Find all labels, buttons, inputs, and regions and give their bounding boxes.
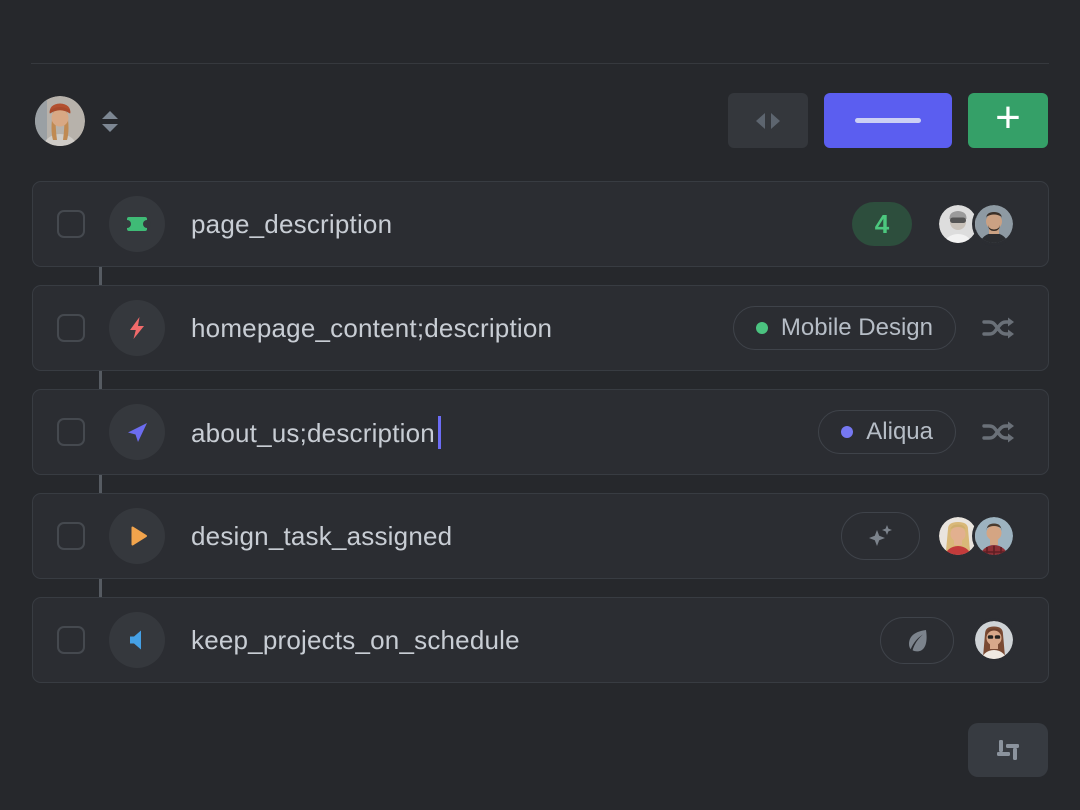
green-dot-icon (756, 322, 768, 334)
task-title[interactable]: page_description (191, 209, 392, 240)
task-title[interactable]: homepage_content;description (191, 313, 552, 344)
row-connector (99, 579, 102, 597)
user-avatar[interactable] (35, 96, 85, 146)
shuffle-icon (980, 312, 1016, 344)
ticket-icon (121, 208, 153, 240)
row-connector (99, 371, 102, 389)
avatar-plaid-shirt-man (972, 514, 1016, 558)
megaphone-icon (121, 624, 153, 656)
task-checkbox[interactable] (57, 210, 85, 238)
task-row-homepage-content[interactable]: homepage_content;description Mobile Desi… (32, 285, 1049, 371)
header: + (32, 93, 1048, 151)
leaf-button[interactable] (880, 617, 954, 664)
task-row-design-task[interactable]: design_task_assigned (32, 493, 1049, 579)
sparkles-button[interactable] (841, 512, 920, 560)
task-icon-circle (109, 508, 165, 564)
task-list: page_description 4 (32, 181, 1049, 683)
leaf-icon (902, 625, 932, 655)
shuffle-icon (980, 416, 1016, 448)
text-cursor (438, 416, 441, 449)
task-icon-circle (109, 404, 165, 460)
user-avatar-photo (35, 96, 85, 146)
tag-aliqua[interactable]: Aliqua (818, 410, 956, 454)
header-actions: + (728, 93, 1048, 148)
horizontal-arrows-icon (756, 113, 780, 129)
add-task-button[interactable]: + (968, 93, 1048, 148)
sort-up-icon (102, 111, 118, 119)
task-title-editing[interactable]: about_us;description (191, 416, 441, 449)
task-title[interactable]: design_task_assigned (191, 521, 452, 552)
minus-line-icon (855, 118, 921, 123)
task-checkbox[interactable] (57, 314, 85, 342)
task-icon-circle (109, 300, 165, 356)
shuffle-button[interactable] (980, 312, 1016, 344)
count-badge[interactable]: 4 (852, 202, 912, 246)
primary-action-button[interactable] (824, 93, 952, 148)
send-icon (120, 415, 154, 449)
sort-down-icon (102, 124, 118, 132)
avatar-sunglasses-woman (972, 618, 1016, 662)
row-connector (99, 475, 102, 493)
task-manager-window: + page_description 4 (0, 0, 1080, 810)
header-divider (31, 63, 1049, 64)
task-row-keep-projects[interactable]: keep_projects_on_schedule (32, 597, 1049, 683)
task-title[interactable]: keep_projects_on_schedule (191, 625, 520, 656)
assignee-avatars[interactable] (936, 514, 1016, 558)
row-connector (99, 267, 102, 285)
sliders-icon (990, 733, 1026, 767)
task-icon-circle (109, 612, 165, 668)
collapse-panel-button[interactable] (728, 93, 808, 148)
sparkles-icon (864, 520, 898, 552)
avatar-bearded-man (972, 202, 1016, 246)
purple-dot-icon (841, 426, 853, 438)
bolt-icon (121, 312, 153, 344)
tag-label: Mobile Design (781, 314, 933, 342)
task-checkbox[interactable] (57, 522, 85, 550)
assignee-avatars[interactable] (972, 618, 1016, 662)
play-icon (121, 520, 153, 552)
assignee-avatars[interactable] (936, 202, 1016, 246)
sort-toggle[interactable] (100, 106, 120, 136)
task-row-about-us[interactable]: about_us;description Aliqua (32, 389, 1049, 475)
tag-mobile-design[interactable]: Mobile Design (733, 306, 956, 350)
shuffle-button[interactable] (980, 416, 1016, 448)
task-row-page-description[interactable]: page_description 4 (32, 181, 1049, 267)
task-checkbox[interactable] (57, 626, 85, 654)
tag-label: Aliqua (866, 418, 933, 446)
task-icon-circle (109, 196, 165, 252)
task-checkbox[interactable] (57, 418, 85, 446)
filter-settings-button[interactable] (968, 723, 1048, 777)
